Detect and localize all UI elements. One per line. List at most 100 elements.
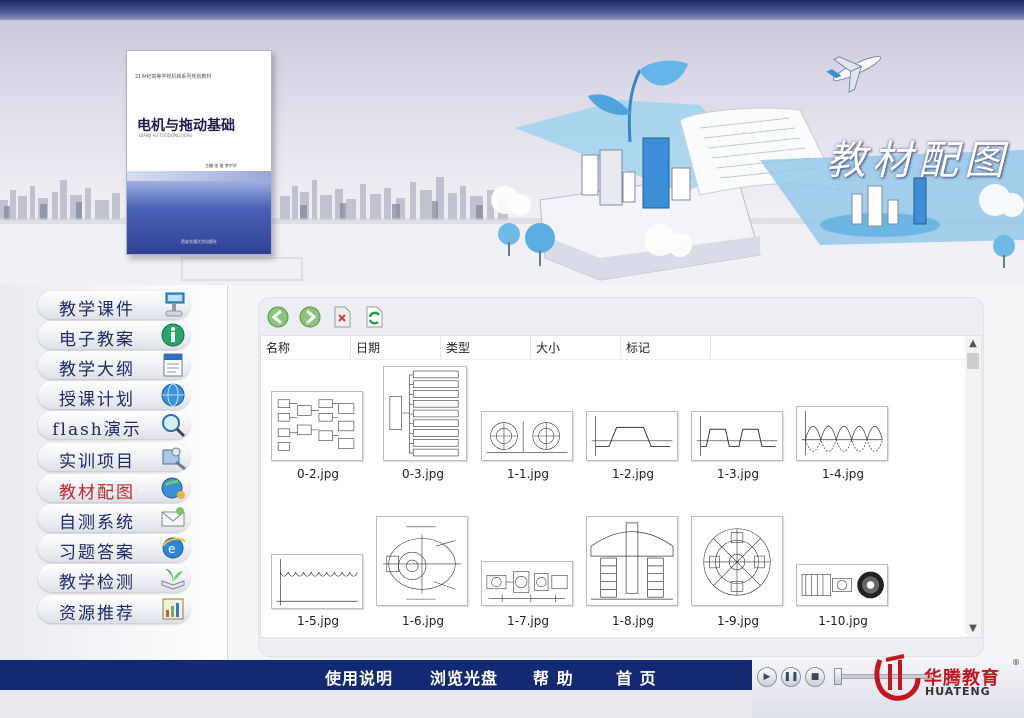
globe-blue-icon — [161, 383, 185, 407]
pause-button[interactable]: ❚❚ — [781, 667, 801, 687]
column-header-row: 名称 日期 类型 大小 标记 — [261, 336, 966, 360]
sidebar-item-label: 教学大纲 — [59, 360, 135, 380]
sidebar-item-syllabus[interactable]: 教学大纲 — [38, 351, 190, 380]
book-cover: 21世纪高等学校机械系列规划教材 电机与拖动基础 DIANJI YU TUODO… — [126, 50, 272, 255]
column-header-date[interactable]: 日期 — [351, 336, 441, 360]
book-title-en: DIANJI YU TUODONG JICHU — [139, 133, 193, 138]
file-thumbnail — [481, 411, 573, 461]
file-name: 1-2.jpg — [612, 467, 654, 481]
sidebar-item-label: 教学检测 — [59, 573, 135, 593]
delete-icon[interactable] — [330, 305, 354, 329]
column-header-size[interactable]: 大小 — [531, 336, 621, 360]
help-link[interactable]: 帮 助 — [533, 665, 574, 689]
play-button[interactable]: ▶ — [757, 667, 777, 687]
refresh-icon[interactable] — [362, 305, 386, 329]
app-window: 21世纪高等学校机械系列规划教材 电机与拖动基础 DIANJI YU TUODO… — [0, 0, 1024, 718]
volume-slider-thumb[interactable] — [834, 668, 842, 685]
sidebar-item-self-test[interactable]: 自测系统 — [38, 504, 190, 533]
file-item[interactable]: 0-2.jpg — [266, 366, 366, 486]
sidebar-item-label: 实训项目 — [59, 452, 135, 472]
sidebar-item-label: flash演示 — [52, 420, 142, 440]
file-name: 1-10.jpg — [818, 614, 868, 628]
home-link[interactable]: 首 页 — [616, 665, 657, 689]
file-item[interactable]: 1-9.jpg — [686, 516, 786, 636]
sidebar-item-label: 资源推荐 — [59, 604, 135, 624]
back-arrow-icon[interactable] — [266, 305, 290, 329]
column-header-name[interactable]: 名称 — [261, 336, 351, 360]
browse-disc-link[interactable]: 浏览光盘 — [430, 665, 498, 689]
vertical-scrollbar[interactable]: ▲ ▼ — [965, 336, 981, 637]
info-icon — [161, 323, 185, 347]
section-title: 教材配图 — [826, 138, 1010, 184]
book-series-text: 21世纪高等学校机械系列规划教材 — [135, 74, 212, 80]
sidebar-item-label: 自测系统 — [59, 513, 135, 533]
file-item[interactable]: 1-7.jpg — [476, 516, 576, 636]
courseware-icon — [165, 292, 185, 317]
sidebar-item-answers[interactable]: 习题答案 e — [38, 534, 190, 563]
header-banner: 21世纪高等学校机械系列规划教材 电机与拖动基础 DIANJI YU TUODO… — [0, 0, 1024, 285]
file-name: 1-8.jpg — [612, 614, 654, 628]
sidebar-item-textbook-figures[interactable]: 教材配图 — [38, 474, 190, 503]
sidebar-item-label: 习题答案 — [59, 543, 135, 563]
file-item[interactable]: 1-10.jpg — [791, 516, 891, 636]
file-item[interactable]: 1-5.jpg — [266, 516, 366, 636]
sidebar-item-lesson-plan[interactable]: 电子教案 — [38, 321, 190, 350]
file-item[interactable]: 1-3.jpg — [686, 366, 786, 486]
file-item[interactable]: 0-3.jpg — [371, 366, 471, 486]
file-thumbnail — [586, 516, 678, 606]
book-title: 电机与拖动基础 — [137, 118, 235, 134]
forward-arrow-icon[interactable] — [298, 305, 322, 329]
palette-globe-icon — [161, 477, 185, 499]
column-header-mark[interactable]: 标记 — [621, 336, 711, 360]
file-name: 1-4.jpg — [822, 467, 864, 481]
sidebar-item-teaching-plan[interactable]: 授课计划 — [38, 381, 190, 410]
play-icon: ▶ — [763, 672, 771, 682]
file-item[interactable]: 1-2.jpg — [581, 366, 681, 486]
footer: 使用说明 浏览光盘 帮 助 首 页 ▶ ❚❚ ■ — [0, 660, 1024, 718]
scroll-down-arrow-icon[interactable]: ▼ — [965, 621, 981, 637]
file-thumbnail — [481, 561, 573, 606]
sidebar-item-flash-demo[interactable]: flash演示 — [38, 411, 190, 440]
scroll-thumb[interactable] — [967, 353, 979, 369]
file-thumbnail — [376, 516, 468, 606]
sidebar-item-resources[interactable]: 资源推荐 — [38, 595, 190, 624]
file-thumbnail — [796, 406, 888, 461]
sidebar-item-label: 教材配图 — [59, 483, 135, 503]
file-thumbnail — [586, 411, 678, 461]
ie-globe-icon: e — [162, 537, 186, 559]
sidebar-item-label: 教学课件 — [59, 300, 135, 320]
registered-mark: ® — [1012, 658, 1020, 667]
file-item[interactable]: 1-4.jpg — [791, 366, 891, 486]
file-name: 1-1.jpg — [507, 467, 549, 481]
file-name: 1-9.jpg — [717, 614, 759, 628]
magnifier-icon — [162, 414, 186, 438]
book-publisher: 西安交通大学出版社 — [181, 239, 217, 244]
file-name: 1-3.jpg — [717, 467, 759, 481]
file-item[interactable]: 1-1.jpg — [476, 366, 576, 486]
help-guide-link[interactable]: 使用说明 — [325, 665, 393, 689]
huateng-logo-mark — [874, 654, 921, 701]
stop-button[interactable]: ■ — [805, 667, 825, 687]
file-item[interactable]: 1-8.jpg — [581, 516, 681, 636]
pause-icon: ❚❚ — [783, 672, 799, 682]
tools-icon — [162, 447, 186, 471]
sidebar-item-label: 电子教案 — [59, 330, 135, 350]
stop-icon: ■ — [810, 672, 820, 682]
column-header-type[interactable]: 类型 — [441, 336, 531, 360]
file-name: 1-7.jpg — [507, 614, 549, 628]
file-name: 0-3.jpg — [402, 467, 444, 481]
file-thumbnail — [383, 366, 467, 461]
sidebar-item-training[interactable]: 实训项目 — [38, 443, 190, 472]
sidebar-item-label: 授课计划 — [59, 390, 135, 410]
footer-nav-bar: 使用说明 浏览光盘 帮 助 首 页 — [0, 660, 752, 690]
file-item[interactable]: 1-6.jpg — [371, 516, 471, 636]
sidebar-item-assessment[interactable]: 教学检测 — [38, 564, 190, 593]
file-list-view: 名称 日期 类型 大小 标记 0-2.jpg 0-3.jpg 1-1.jpg 1… — [260, 335, 982, 638]
scroll-up-arrow-icon[interactable]: ▲ — [965, 336, 981, 352]
sidebar-item-courseware[interactable]: 教学课件 — [38, 291, 190, 320]
file-thumbnail — [691, 516, 783, 606]
chart-icon — [162, 598, 184, 620]
book-authors: 主编 张 琨 李中华 — [205, 163, 237, 168]
sidebar-nav: 教学课件 电子教案 教学大纲 授课计划 flash演示 实训项目 教材配图 自测… — [0, 285, 228, 660]
logo-text-en: HUATENG — [925, 685, 991, 698]
